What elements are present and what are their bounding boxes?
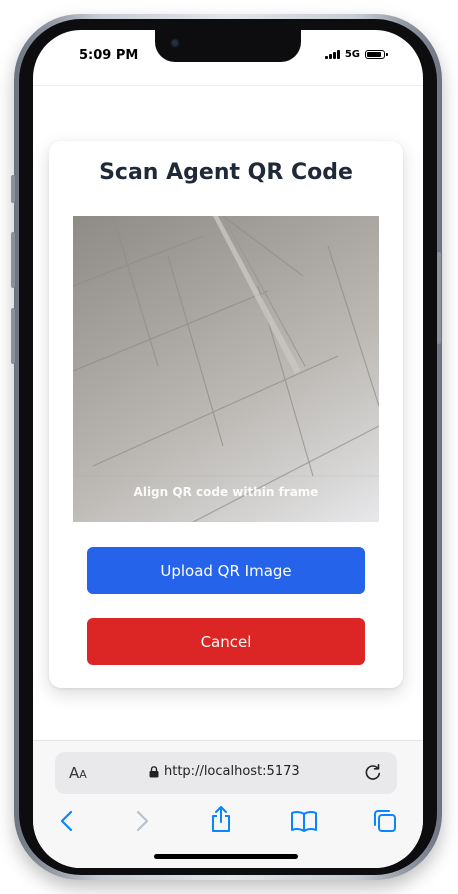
url-display[interactable]: http://localhost:5173 (149, 764, 300, 779)
text-size-button[interactable]: AA (69, 764, 87, 782)
forward-icon[interactable] (134, 809, 150, 833)
camera-feed-image (73, 216, 379, 522)
upload-qr-image-button[interactable]: Upload QR Image (87, 547, 365, 594)
share-icon[interactable] (209, 805, 233, 833)
network-type: 5G (344, 49, 360, 60)
lock-icon (149, 765, 159, 777)
url-text: http://localhost:5173 (164, 764, 300, 779)
phone-screen: 5:09 PM 5G Scan Agent QR Code Align QR c… (33, 30, 423, 868)
tabs-icon[interactable] (372, 808, 398, 834)
dialog-title: Scan Agent QR Code (99, 160, 353, 185)
phone-volume-up (11, 232, 15, 288)
phone-volume-down (11, 308, 15, 364)
cancel-button[interactable]: Cancel (87, 618, 365, 665)
status-indicators: 5G (325, 49, 388, 60)
camera-hint: Align QR code within frame (133, 485, 319, 499)
home-indicator[interactable] (154, 854, 298, 859)
battery-icon (365, 50, 388, 59)
divider (33, 85, 423, 86)
text-size-large-a: A (69, 764, 80, 782)
cellular-signal-icon (325, 50, 340, 59)
bookmarks-icon[interactable] (290, 810, 318, 832)
back-icon[interactable] (59, 809, 75, 833)
reload-icon[interactable] (363, 762, 383, 782)
camera-preview (73, 216, 379, 522)
front-camera (170, 38, 180, 48)
status-time: 5:09 PM (79, 48, 139, 63)
text-size-small-a: A (79, 768, 87, 781)
phone-silent-switch (11, 175, 15, 203)
phone-power-button (437, 252, 441, 344)
